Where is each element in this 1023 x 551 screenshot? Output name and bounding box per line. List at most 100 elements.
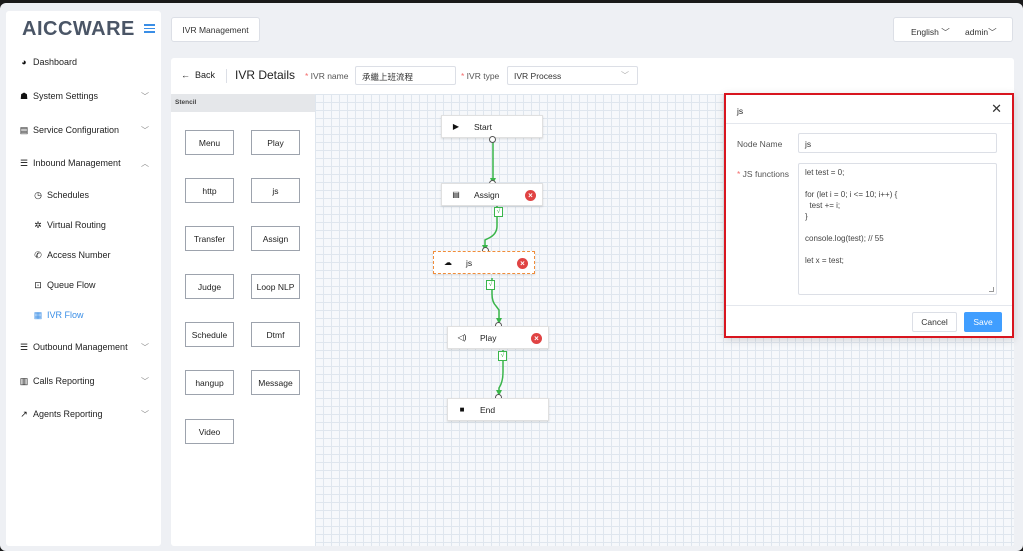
sidebar-item-agents-reporting[interactable]: ↗ Agents Reporting ﹀: [6, 404, 161, 424]
stencil-title: Stencil: [171, 94, 315, 112]
gear-icon: ✲: [34, 219, 42, 230]
language-select[interactable]: English ﹀: [911, 26, 950, 38]
stencil-schedule[interactable]: Schedule: [185, 322, 234, 347]
sidebar-item-label: Virtual Routing: [47, 220, 106, 230]
assign-icon: ▤: [452, 190, 460, 199]
code-line: console.log(test); // 55: [805, 234, 884, 243]
sidebar-item-ivr-flow[interactable]: ▦ IVR Flow: [6, 305, 161, 325]
js-functions-textarea[interactable]: let test = 0; for (let i = 0; i <= 10; i…: [798, 163, 997, 295]
sidebar-item-service-configuration[interactable]: ▤ Service Configuration ﹀: [6, 120, 161, 140]
flow-node-play[interactable]: ◁) Play ×: [447, 326, 549, 349]
cancel-button[interactable]: Cancel: [912, 312, 957, 332]
flow-node-end[interactable]: ■ End: [447, 398, 549, 421]
sidebar-item-virtual-routing[interactable]: ✲ Virtual Routing: [6, 215, 161, 235]
back-label: Back: [195, 70, 216, 80]
sidebar-item-label: Outbound Management: [33, 342, 128, 352]
ivr-name-input[interactable]: 承繼上班流程: [355, 66, 456, 85]
divider: [726, 123, 1012, 124]
resize-handle-icon[interactable]: [989, 287, 994, 292]
code-line: for (let i = 0; i <= 10; i++) {: [805, 190, 898, 199]
sidebar-item-label: Inbound Management: [33, 158, 121, 168]
back-button[interactable]: ← Back: [181, 70, 215, 80]
logo-row: AICCWARE: [6, 11, 161, 47]
node-label: Assign: [474, 189, 500, 200]
ivr-header: ← Back IVR Details * IVR name 承繼上班流程 * I…: [171, 58, 1014, 94]
user-menu[interactable]: admin﹀: [965, 26, 997, 38]
chevron-down-icon: ﹀: [141, 377, 149, 386]
chevron-down-icon: ﹀: [988, 27, 997, 37]
node-label: js: [466, 257, 473, 268]
stencil-transfer[interactable]: Transfer: [185, 226, 234, 251]
sidebar-item-queue-flow[interactable]: ⊡ Queue Flow: [6, 275, 161, 295]
cloud-icon: ☁: [444, 258, 452, 267]
node-label: Start: [474, 121, 492, 132]
sidebar-item-label: System Settings: [33, 91, 99, 101]
code-line: let test = 0;: [805, 168, 845, 177]
ivr-type-label-text: IVR type: [466, 71, 500, 81]
ivr-name-label: * IVR name: [305, 71, 349, 81]
js-functions-label-text: JS functions: [742, 169, 789, 179]
flow-node-start[interactable]: ▶ Start: [441, 115, 543, 138]
sidebar-item-label: IVR Flow: [47, 310, 84, 320]
play-icon: ▶: [452, 122, 460, 131]
stencil-http[interactable]: http: [185, 178, 234, 203]
stencil-assign[interactable]: Assign: [251, 226, 300, 251]
menu-toggle-icon[interactable]: [144, 24, 155, 33]
logo: AICCWARE: [22, 18, 135, 40]
stencil-dtmf[interactable]: Dtmf: [251, 322, 300, 347]
node-label: End: [480, 404, 496, 415]
chevron-down-icon: ﹀: [941, 27, 950, 37]
sidebar-item-inbound-management[interactable]: ☰ Inbound Management ︿: [6, 153, 161, 173]
arrow-left-icon: ←: [181, 70, 190, 80]
sidebar-item-label: Calls Reporting: [33, 376, 95, 386]
ivr-type-value: IVR Process: [514, 71, 562, 81]
js-functions-label: * JS functions: [737, 169, 789, 179]
ivr-type-select[interactable]: IVR Process ﹀: [507, 66, 638, 85]
line-chart-icon: ↗: [20, 408, 28, 419]
top-right-menu: English ﹀ admin﹀: [893, 17, 1013, 42]
sidebar-item-label: Queue Flow: [47, 280, 96, 290]
list-icon: ☰: [19, 341, 29, 352]
stencil-video[interactable]: Video: [185, 419, 234, 444]
stencil-message[interactable]: Message: [251, 370, 300, 395]
delete-node-icon[interactable]: ×: [517, 258, 528, 269]
list-icon: ☰: [19, 157, 29, 168]
page-title: IVR Details: [235, 68, 296, 82]
sidebar-item-label: Access Number: [47, 250, 111, 260]
sidebar-item-calls-reporting[interactable]: ▥ Calls Reporting ﹀: [6, 371, 161, 391]
sidebar-item-label: Schedules: [47, 190, 90, 200]
edge-label: √: [494, 207, 503, 217]
node-label: Play: [480, 332, 497, 343]
user-label: admin: [965, 27, 989, 37]
bar-chart-icon: ▥: [19, 375, 29, 386]
id-card-icon: ▤: [19, 124, 29, 135]
sidebar-item-outbound-management[interactable]: ☰ Outbound Management ﹀: [6, 337, 161, 357]
close-icon[interactable]: ✕: [991, 101, 1002, 117]
node-name-input[interactable]: js: [798, 133, 997, 153]
stencil-hangup[interactable]: hangup: [185, 370, 234, 395]
node-name-label: Node Name: [737, 139, 783, 149]
speaker-icon: ◁): [457, 333, 467, 342]
stencil-loop-nlp[interactable]: Loop NLP: [251, 274, 300, 299]
port[interactable]: [489, 136, 496, 143]
sidebar-item-access-number[interactable]: ✆ Access Number: [6, 245, 161, 265]
delete-node-icon[interactable]: ×: [525, 190, 536, 201]
language-label: English: [911, 27, 939, 37]
tab-ivr-management[interactable]: IVR Management: [171, 17, 260, 42]
sidebar-item-dashboard[interactable]: ◕ Dashboard: [6, 52, 161, 72]
chevron-down-icon: ﹀: [141, 410, 149, 419]
chevron-down-icon: ﹀: [621, 71, 629, 80]
flow-node-assign[interactable]: ▤ Assign ×: [441, 183, 543, 206]
sidebar-item-system-settings[interactable]: ☗ System Settings ﹀: [6, 86, 161, 106]
ivr-type-label: * IVR type: [461, 71, 500, 81]
save-button[interactable]: Save: [964, 312, 1002, 332]
stencil-js[interactable]: js: [251, 178, 300, 203]
chevron-down-icon: ﹀: [141, 92, 149, 101]
delete-node-icon[interactable]: ×: [531, 333, 542, 344]
sidebar-item-schedules[interactable]: ◷ Schedules: [6, 185, 161, 205]
stencil-judge[interactable]: Judge: [185, 274, 234, 299]
edge-label: √: [498, 351, 507, 361]
stencil-play[interactable]: Play: [251, 130, 300, 155]
stencil-menu[interactable]: Menu: [185, 130, 234, 155]
flow-node-js[interactable]: ☁ js ×: [433, 251, 535, 274]
